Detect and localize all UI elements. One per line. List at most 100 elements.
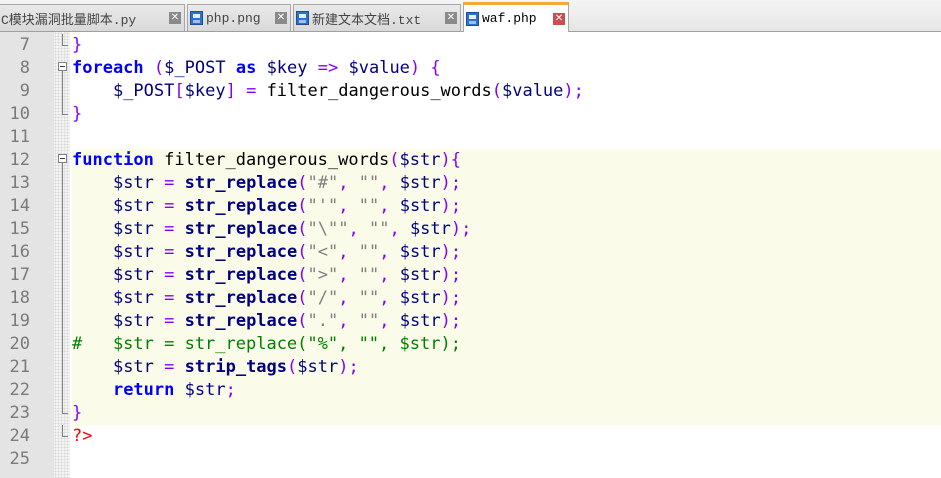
code-token: $str (112, 173, 154, 193)
fold-line (58, 218, 70, 241)
code-editor[interactable]: 7} 8 foreach ($_POST as $key => $value) {9… (0, 32, 941, 478)
code-line[interactable]: 14 $str = str_replace("'", "", $str); (0, 195, 941, 218)
code-token: $str (112, 242, 154, 262)
code-token: $str (409, 219, 451, 239)
code-text: $str = str_replace("'", "", $str); (72, 195, 941, 218)
code-token: , (348, 219, 359, 239)
code-token: filter_dangerous_words (256, 81, 492, 101)
code-token: ); (450, 219, 472, 239)
code-token: = (164, 357, 175, 377)
code-token: , (379, 242, 390, 262)
code-line[interactable]: 18 $str = str_replace("/", "", $str); (0, 287, 941, 310)
code-text: # $str = str_replace("%", "", $str); (72, 333, 941, 356)
tab-label: php.png (206, 10, 261, 26)
code-token: "" (358, 173, 380, 193)
code-line[interactable]: 16 $str = str_replace("<", "", $str); (0, 241, 941, 264)
code-token: return (112, 380, 175, 400)
fold-toggle-icon[interactable] (58, 149, 70, 172)
tab-label: waf.php (482, 11, 537, 26)
line-number: 15 (9, 219, 30, 239)
code-token: , (379, 196, 390, 216)
code-token: = (246, 81, 257, 101)
code-token: "." (307, 311, 339, 331)
code-line[interactable]: 20 # $str = str_replace("%", "", $str); (0, 333, 941, 356)
code-text: foreach ($_POST as $key => $value) { (72, 57, 941, 80)
code-token: ] (225, 81, 236, 101)
code-line[interactable]: 7} (0, 34, 941, 57)
code-line[interactable]: 23} (0, 402, 941, 425)
code-line[interactable]: 25 (0, 448, 941, 471)
code-token: , (338, 242, 349, 262)
code-line[interactable]: 8 foreach ($_POST as $key => $value) { (0, 57, 941, 80)
code-text: $str = str_replace(">", "", $str); (72, 264, 941, 287)
tab-php-png[interactable]: php.png ✕ (187, 4, 291, 31)
code-line[interactable]: 10} (0, 103, 941, 126)
line-number: 24 (9, 426, 30, 446)
code-line[interactable]: 15 $str = str_replace("\"", "", $str); (0, 218, 941, 241)
line-number: 11 (9, 127, 30, 147)
code-line[interactable]: 11 (0, 126, 941, 149)
close-tab-icon[interactable]: ✕ (169, 12, 181, 24)
code-token: ); (440, 173, 462, 193)
fold-line (58, 310, 70, 333)
code-line[interactable]: 13 $str = str_replace("#", "", $str); (0, 172, 941, 195)
code-token: str_replace (184, 173, 298, 193)
fold-line (58, 34, 70, 57)
code-line[interactable]: 19 $str = str_replace(".", "", $str); (0, 310, 941, 333)
line-number: 7 (19, 35, 30, 55)
code-token: , (338, 265, 349, 285)
code-token: $str (112, 357, 154, 377)
close-tab-icon[interactable]: ✕ (275, 12, 287, 24)
code-token: "" (358, 196, 380, 216)
tab-new-text-document[interactable]: 新建文本文档.txt ✕ (293, 4, 461, 31)
code-token: = (164, 219, 175, 239)
code-token: ( (297, 288, 308, 308)
code-token: "" (358, 311, 380, 331)
code-token: , (379, 173, 390, 193)
tab-c-module-script[interactable]: C模块漏洞批量脚本.py ✕ (0, 4, 185, 31)
code-token: str_replace (184, 196, 298, 216)
code-token: $str (112, 265, 154, 285)
code-token: function (72, 150, 154, 170)
code-token: str_replace (184, 288, 298, 308)
code-token: $str (112, 288, 154, 308)
code-line[interactable]: 21 $str = strip_tags($str); (0, 356, 941, 379)
tab-waf-php[interactable]: waf.php ✕ (463, 2, 569, 32)
code-line[interactable]: 9 $_POST[$key] = filter_dangerous_words(… (0, 80, 941, 103)
code-line[interactable]: 17 $str = str_replace(">", "", $str); (0, 264, 941, 287)
code-token: "" (368, 219, 390, 239)
code-token: "/" (307, 288, 339, 308)
code-line[interactable]: 22 return $str; (0, 379, 941, 402)
line-number: 12 (9, 150, 30, 170)
fold-toggle-icon[interactable] (58, 57, 70, 80)
line-number: 25 (9, 449, 30, 469)
code-token: "" (358, 242, 380, 262)
code-token: $str (184, 380, 226, 400)
code-line[interactable]: 12 function filter_dangerous_words($str){ (0, 149, 941, 172)
line-number: 10 (9, 104, 30, 124)
close-tab-icon[interactable]: ✕ (445, 12, 457, 24)
code-token: ); (563, 81, 584, 101)
close-tab-icon[interactable]: ✕ (553, 12, 565, 25)
code-token: str_replace (184, 311, 298, 331)
code-text: } (72, 34, 941, 57)
code-line[interactable]: 24 ?> (0, 425, 941, 448)
